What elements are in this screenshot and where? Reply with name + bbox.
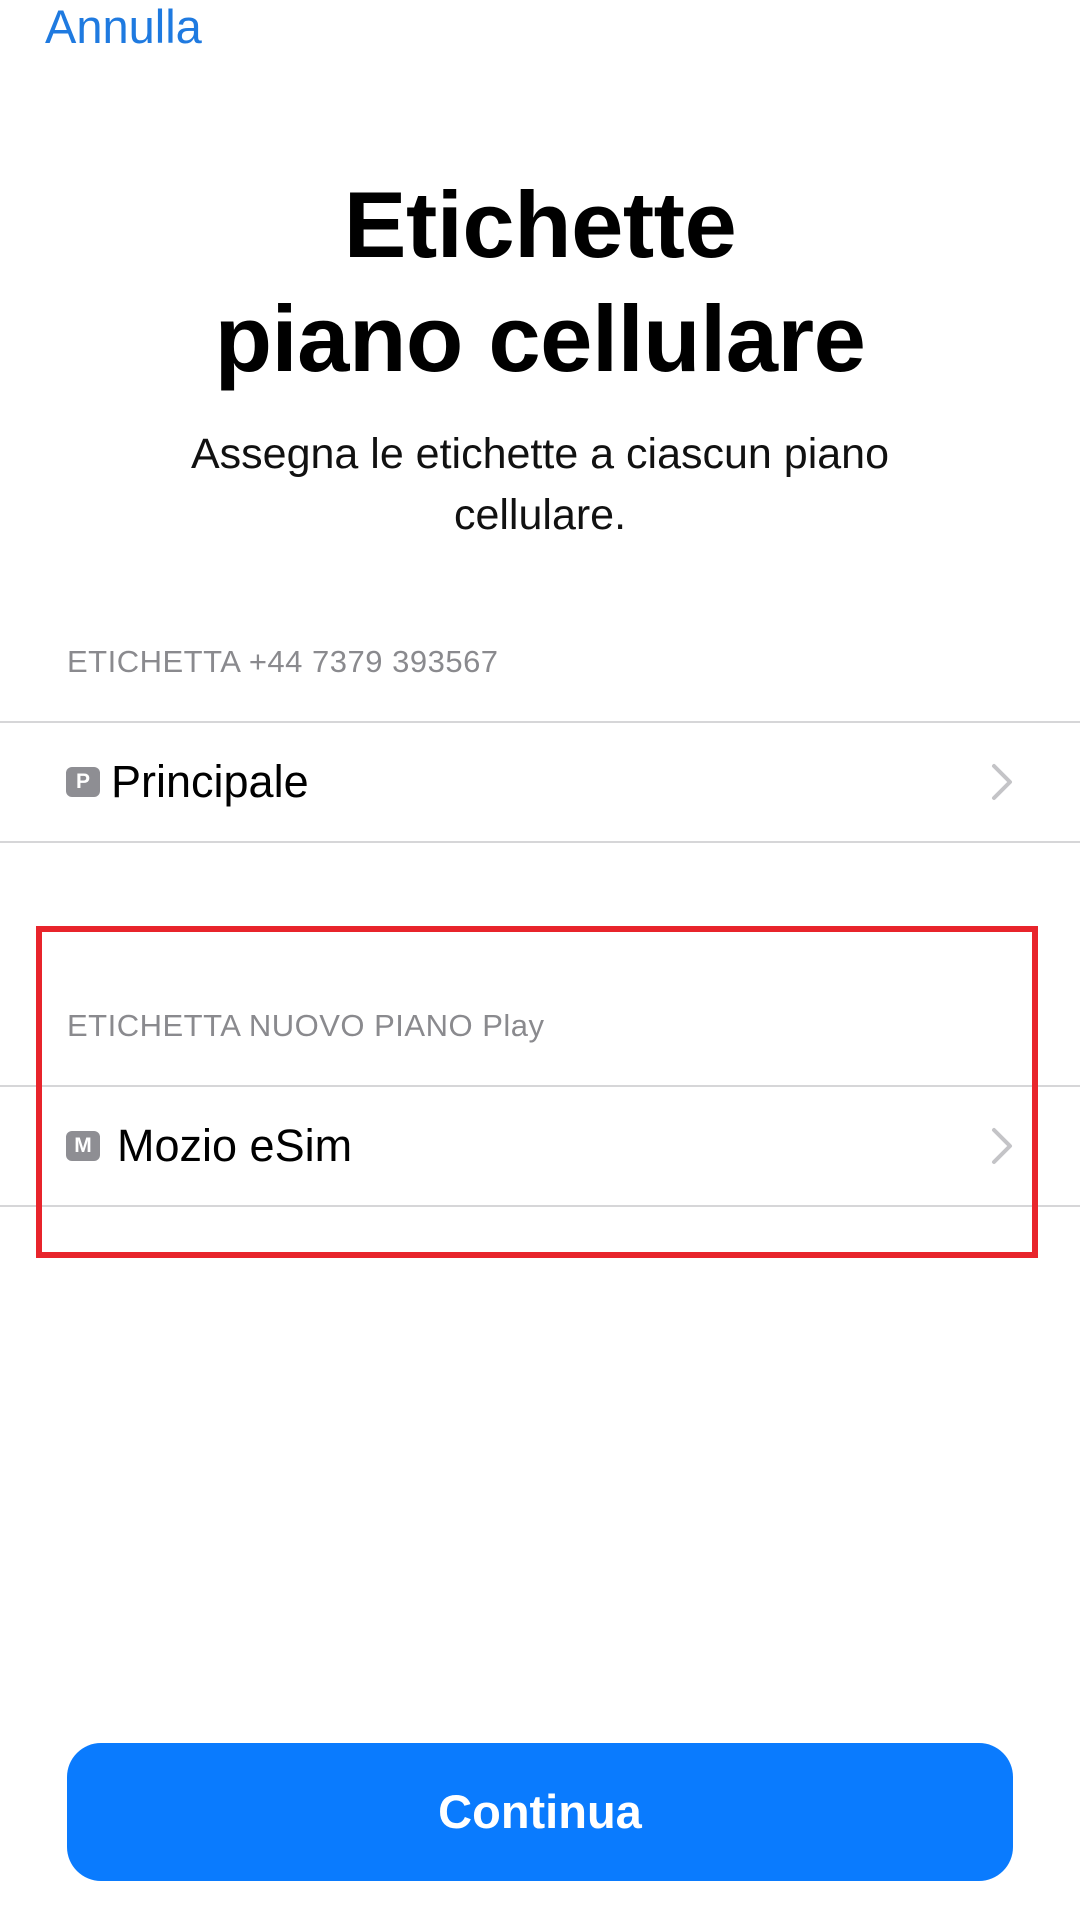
continue-button[interactable]: Continua: [67, 1743, 1013, 1881]
cancel-button[interactable]: Annulla: [45, 0, 202, 54]
section-header-primary-line: ETICHETTA +44 7379 393567: [67, 644, 499, 679]
plan-label-text: Mozio eSim: [117, 1120, 353, 1171]
chevron-right-icon: [992, 1128, 1012, 1164]
page-subtitle: Assegna le etichette a ciascun piano cel…: [190, 430, 889, 539]
plan-badge-icon: P: [66, 767, 100, 797]
chevron-right-icon: [992, 764, 1012, 800]
plan-label-text: Principale: [111, 756, 309, 807]
page-title: Etichette piano cellulare: [0, 168, 1080, 396]
plan-label-row-mozio-esim[interactable]: M Mozio eSim: [0, 1087, 1080, 1205]
divider: [0, 1205, 1080, 1207]
plan-badge-icon: M: [66, 1131, 100, 1161]
page-title-line-2: piano cellulare: [214, 286, 866, 391]
divider: [0, 841, 1080, 843]
page-title-line-1: Etichette: [343, 172, 737, 277]
section-header-new-plan: ETICHETTA NUOVO PIANO Play: [67, 1008, 545, 1043]
plan-label-row-principale[interactable]: P Principale: [0, 723, 1080, 841]
